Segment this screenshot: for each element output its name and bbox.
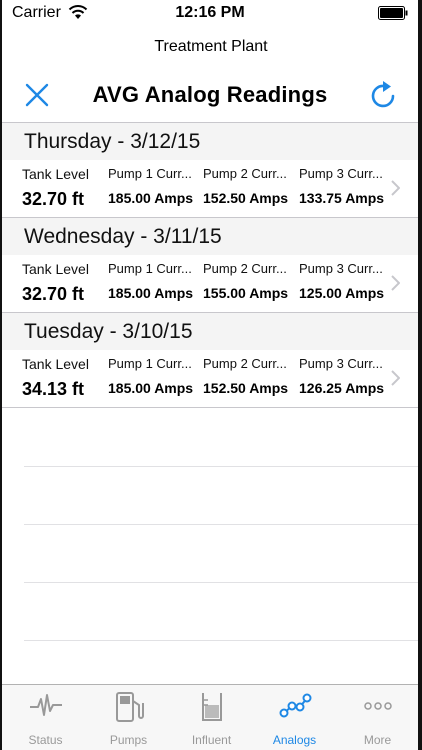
frame-edge-right xyxy=(418,0,422,750)
nav-subtitle: Treatment Plant xyxy=(154,38,268,55)
tab-bar: Status Pumps Influent Analogs More xyxy=(2,684,418,750)
beaker-icon xyxy=(201,693,222,721)
reading-row[interactable]: Tank Level 32.70 ft Pump 1 Curr... 185.0… xyxy=(2,255,418,313)
column-label: Pump 1 Curr... xyxy=(108,166,192,181)
column-value: 155.00 Amps xyxy=(203,285,289,301)
empty-row-separator xyxy=(24,640,418,641)
tab-more[interactable]: More xyxy=(336,685,419,750)
chevron-right-icon xyxy=(391,180,400,196)
pulse-icon xyxy=(29,694,62,716)
pump-3-cell: Pump 3 Curr... 126.25 Amps xyxy=(299,356,387,396)
column-label: Pump 3 Curr... xyxy=(299,261,383,276)
tank-level-cell: Tank Level 32.70 ft xyxy=(22,166,102,210)
tab-pumps[interactable]: Pumps xyxy=(87,685,170,750)
tab-status[interactable]: Status xyxy=(4,685,87,750)
tab-label: Status xyxy=(28,733,63,747)
column-value: 185.00 Amps xyxy=(108,285,194,301)
reading-row[interactable]: Tank Level 34.13 ft Pump 1 Curr... 185.0… xyxy=(2,350,418,408)
column-value: 32.70 ft xyxy=(22,189,85,209)
app-screen: Carrier 12:16 PM Treatment Plant AVG Ana… xyxy=(0,0,422,750)
section-header: Wednesday - 3/11/15 xyxy=(2,218,418,255)
column-label: Pump 1 Curr... xyxy=(108,261,192,276)
column-value: 152.50 Amps xyxy=(203,190,289,206)
column-value: 185.00 Amps xyxy=(108,380,194,396)
column-value: 152.50 Amps xyxy=(203,380,289,396)
column-label: Pump 2 Curr... xyxy=(203,356,287,371)
column-label: Tank Level xyxy=(22,166,89,182)
readings-list: Thursday - 3/12/15 Tank Level 32.70 ft P… xyxy=(2,123,418,408)
gas-pump-icon xyxy=(115,692,144,722)
column-label: Pump 2 Curr... xyxy=(203,261,287,276)
analog-chain-icon xyxy=(279,693,311,718)
pump-1-cell: Pump 1 Curr... 185.00 Amps xyxy=(108,261,196,301)
reading-row[interactable]: Tank Level 32.70 ft Pump 1 Curr... 185.0… xyxy=(2,160,418,218)
refresh-icon[interactable] xyxy=(370,80,398,110)
tab-analogs[interactable]: Analogs xyxy=(253,685,336,750)
column-value: 185.00 Amps xyxy=(108,190,194,206)
column-value: 32.70 ft xyxy=(22,284,85,304)
chevron-right-icon xyxy=(391,275,400,291)
pump-2-cell: Pump 2 Curr... 152.50 Amps xyxy=(203,166,293,206)
pump-1-cell: Pump 1 Curr... 185.00 Amps xyxy=(108,166,196,206)
empty-row-separator xyxy=(24,524,418,525)
tab-influent[interactable]: Influent xyxy=(170,685,253,750)
column-label: Pump 2 Curr... xyxy=(203,166,287,181)
battery-icon xyxy=(378,6,408,20)
tab-label: Pumps xyxy=(109,733,148,747)
pump-3-cell: Pump 3 Curr... 125.00 Amps xyxy=(299,261,387,301)
tab-label: More xyxy=(363,733,392,747)
pump-2-cell: Pump 2 Curr... 152.50 Amps xyxy=(203,356,293,396)
column-label: Tank Level xyxy=(22,261,89,277)
tank-level-cell: Tank Level 32.70 ft xyxy=(22,261,102,305)
column-label: Pump 3 Curr... xyxy=(299,356,383,371)
tab-label: Analogs xyxy=(272,733,317,747)
section-header: Tuesday - 3/10/15 xyxy=(2,313,418,350)
column-value: 133.75 Amps xyxy=(299,190,385,206)
pump-2-cell: Pump 2 Curr... 155.00 Amps xyxy=(203,261,293,301)
tank-level-cell: Tank Level 34.13 ft xyxy=(22,356,102,400)
column-label: Pump 3 Curr... xyxy=(299,166,383,181)
tab-label: Influent xyxy=(191,733,232,747)
more-dots-icon xyxy=(363,702,392,710)
status-bar: Carrier 12:16 PM xyxy=(2,0,418,30)
section-header: Thursday - 3/12/15 xyxy=(2,123,418,160)
chevron-right-icon xyxy=(391,370,400,386)
page-title: AVG Analog Readings xyxy=(92,82,328,107)
pump-3-cell: Pump 3 Curr... 133.75 Amps xyxy=(299,166,387,206)
empty-row-separator xyxy=(24,582,418,583)
column-label: Pump 1 Curr... xyxy=(108,356,192,371)
nav-bar: AVG Analog Readings xyxy=(2,72,418,116)
column-label: Tank Level xyxy=(22,356,89,372)
empty-row-separator xyxy=(24,466,418,467)
column-value: 34.13 ft xyxy=(22,379,85,399)
pump-1-cell: Pump 1 Curr... 185.00 Amps xyxy=(108,356,196,396)
column-value: 125.00 Amps xyxy=(299,285,385,301)
column-value: 126.25 Amps xyxy=(299,380,385,396)
clock: 12:16 PM xyxy=(175,4,245,21)
